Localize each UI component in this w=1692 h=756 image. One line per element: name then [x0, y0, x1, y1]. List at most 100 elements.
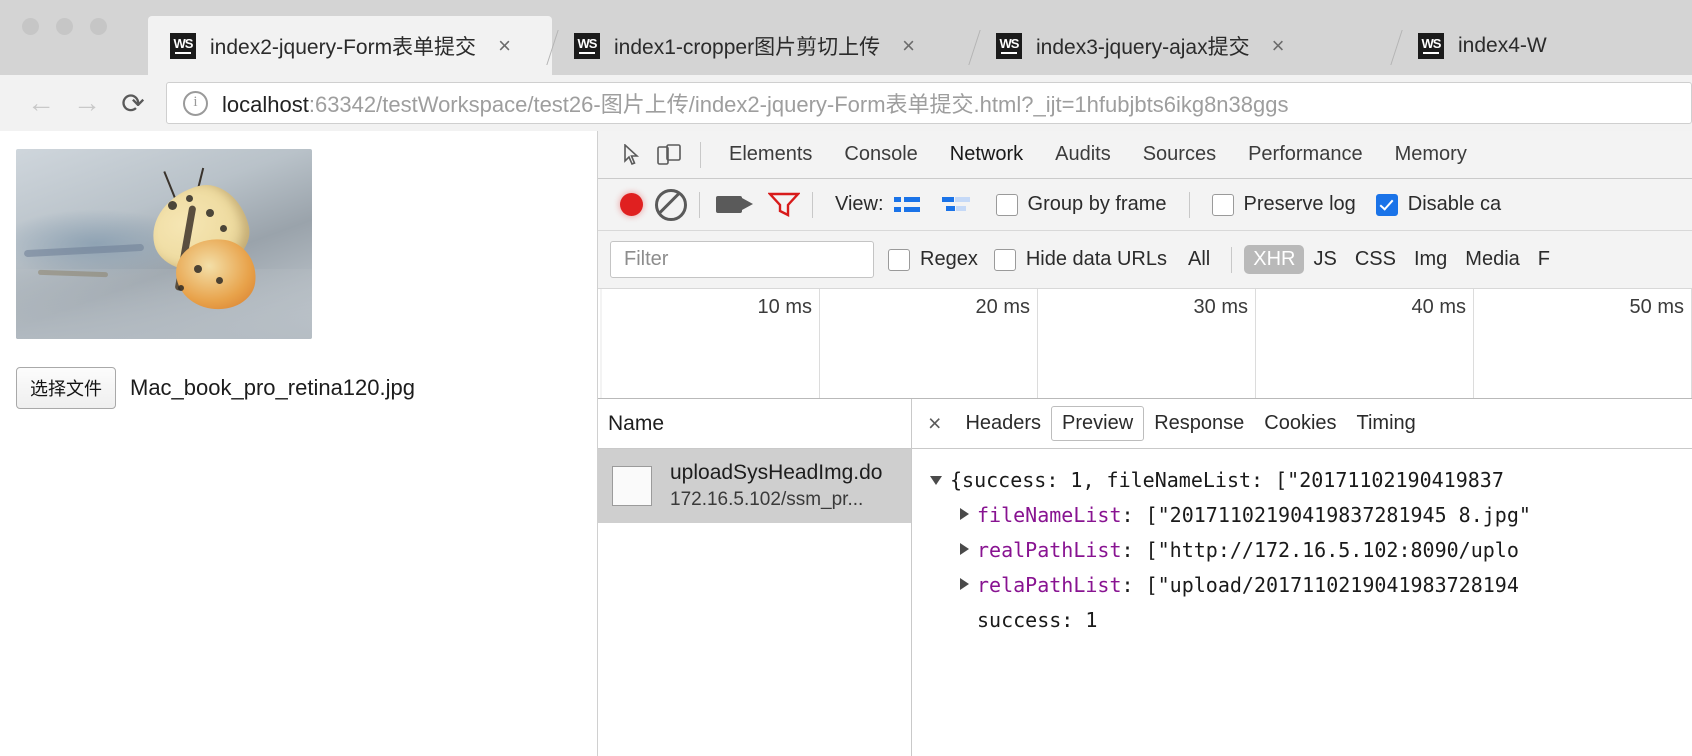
devtools-tab-memory[interactable]: Memory: [1379, 143, 1483, 166]
json-row[interactable]: fileNameList: ["20171102190419837281945 …: [930, 498, 1692, 533]
timeline-tick: 10 ms: [602, 289, 820, 398]
chevron-down-icon[interactable]: [930, 476, 942, 491]
filter-type-js[interactable]: JS: [1304, 245, 1345, 274]
filter-type-media[interactable]: Media: [1456, 245, 1528, 274]
group-by-frame-label: Group by frame: [1027, 193, 1167, 215]
detail-tab-response[interactable]: Response: [1144, 407, 1254, 440]
filter-type-xhr[interactable]: XHR: [1244, 245, 1305, 274]
tab-close-button[interactable]: ×: [498, 34, 511, 57]
reload-button[interactable]: ⟳: [110, 80, 156, 126]
checkbox-box[interactable]: [1211, 193, 1234, 216]
group-by-frame-checkbox[interactable]: Group by frame: [995, 193, 1177, 216]
json-row[interactable]: relaPathList: ["upload/20171102190419837…: [930, 568, 1692, 603]
devtools-tab-elements[interactable]: Elements: [713, 143, 828, 166]
json-preview: {success: 1, fileNameList: ["20171102190…: [912, 449, 1692, 756]
detail-tab-bar: × Headers Preview Response Cookies Timin…: [912, 399, 1692, 449]
tab-title: index3-jquery-ajax提交: [1036, 35, 1250, 59]
json-root-row[interactable]: {success: 1, fileNameList: ["20171102190…: [930, 463, 1692, 498]
tab-title: index4-W: [1458, 33, 1547, 57]
minimize-window-button[interactable]: [56, 18, 73, 35]
web-page: 选择文件 Mac_book_pro_retina120.jpg: [0, 131, 598, 756]
webstorm-favicon-icon: WS: [170, 32, 196, 59]
request-list-header[interactable]: Name: [598, 399, 911, 449]
network-filter-bar: Filter Regex Hide data URLs All XHR JS C…: [598, 231, 1692, 289]
webstorm-favicon-icon: WS: [1418, 32, 1444, 59]
tab-close-button[interactable]: ×: [902, 34, 915, 57]
zoom-window-button[interactable]: [90, 18, 107, 35]
json-value: ["upload/2017110219041983728194: [1145, 573, 1519, 597]
chevron-right-icon[interactable]: [960, 543, 969, 555]
request-row[interactable]: uploadSysHeadImg.do 172.16.5.102/ssm_pr.…: [598, 449, 911, 523]
close-detail-icon[interactable]: ×: [928, 410, 941, 437]
camera-icon[interactable]: [716, 196, 753, 213]
browser-tab-1[interactable]: WS index2-jquery-Form表单提交 ×: [148, 16, 552, 75]
inspect-element-icon[interactable]: [612, 136, 650, 174]
json-key: success: [977, 608, 1062, 632]
detail-tab-cookies[interactable]: Cookies: [1254, 407, 1346, 440]
address-bar[interactable]: i localhost:63342/testWorkspace/test26-图…: [166, 82, 1692, 124]
json-colon: :: [1121, 503, 1146, 527]
devtools-tab-network[interactable]: Network: [934, 143, 1039, 166]
record-button-icon[interactable]: [620, 193, 643, 216]
close-window-button[interactable]: [22, 18, 39, 35]
request-thumbnail: [612, 466, 652, 506]
devtools-tab-console[interactable]: Console: [828, 143, 933, 166]
timeline-tick: 20 ms: [820, 289, 1038, 398]
timeline-tick: 40 ms: [1256, 289, 1474, 398]
filter-type-img[interactable]: Img: [1405, 245, 1456, 274]
timeline-tick-label: 20 ms: [975, 296, 1030, 318]
device-toolbar-icon[interactable]: [650, 136, 688, 174]
browser-tab-2[interactable]: WS index1-cropper图片剪切上传 ×: [546, 16, 974, 75]
filter-input[interactable]: Filter: [610, 241, 874, 278]
chevron-right-icon[interactable]: [960, 578, 969, 590]
request-name: uploadSysHeadImg.do: [670, 461, 883, 484]
waterfall-view-icon[interactable]: [941, 195, 972, 215]
window-controls: [22, 18, 107, 35]
json-row: success: 1: [930, 603, 1692, 638]
chevron-right-icon[interactable]: [960, 508, 969, 520]
preserve-log-checkbox[interactable]: Preserve log: [1211, 193, 1366, 216]
regex-checkbox[interactable]: Regex: [888, 248, 988, 271]
webstorm-favicon-icon: WS: [574, 32, 600, 59]
detail-tab-preview[interactable]: Preview: [1051, 406, 1145, 441]
checkbox-box[interactable]: [995, 193, 1018, 216]
butterfly-illustration: [124, 165, 274, 325]
regex-label: Regex: [920, 248, 978, 270]
list-view-icon[interactable]: [893, 195, 920, 215]
json-row[interactable]: realPathList: ["http://172.16.5.102:8090…: [930, 533, 1692, 568]
site-info-icon[interactable]: i: [183, 90, 208, 116]
devtools-tab-audits[interactable]: Audits: [1039, 143, 1127, 166]
request-list: Name uploadSysHeadImg.do 172.16.5.102/ss…: [598, 399, 912, 756]
detail-tab-timing[interactable]: Timing: [1347, 407, 1426, 440]
hide-data-urls-checkbox[interactable]: Hide data URLs: [993, 248, 1177, 271]
json-value: ["http://172.16.5.102:8090/uplo: [1145, 538, 1519, 562]
filter-type-all[interactable]: All: [1179, 245, 1219, 274]
timeline-tick-label: 30 ms: [1193, 296, 1248, 318]
filter-type-css[interactable]: CSS: [1346, 245, 1405, 274]
detail-tab-headers[interactable]: Headers: [955, 407, 1051, 440]
devtools-tab-performance[interactable]: Performance: [1232, 143, 1379, 166]
toolbar-divider: [1231, 246, 1233, 273]
browser-window: WS index2-jquery-Form表单提交 × WS index1-cr…: [0, 0, 1692, 756]
checkbox-box[interactable]: [993, 248, 1016, 271]
json-colon: :: [1121, 538, 1146, 562]
checkbox-box[interactable]: [1375, 193, 1398, 216]
funnel-icon[interactable]: [767, 192, 801, 218]
browser-tab-3[interactable]: WS index3-jquery-ajax提交 ×: [968, 16, 1396, 75]
disable-cache-checkbox[interactable]: Disable ca: [1375, 193, 1511, 216]
devtools-tab-sources[interactable]: Sources: [1127, 143, 1232, 166]
forward-button[interactable]: →: [64, 80, 110, 126]
file-input-row: 选择文件 Mac_book_pro_retina120.jpg: [16, 367, 597, 409]
tab-list: WS index2-jquery-Form表单提交 × WS index1-cr…: [148, 0, 1576, 75]
browser-tab-4[interactable]: WS index4-W: [1390, 16, 1576, 75]
network-timeline-ruler[interactable]: 10 ms 20 ms 30 ms 40 ms 50 ms: [598, 289, 1692, 399]
timeline-tick: 50 ms: [1474, 289, 1692, 398]
filter-type-font[interactable]: F: [1529, 245, 1559, 274]
clear-icon[interactable]: [655, 188, 687, 221]
choose-file-button[interactable]: 选择文件: [16, 367, 116, 409]
back-button[interactable]: ←: [18, 80, 64, 126]
disable-cache-label: Disable ca: [1407, 193, 1502, 215]
tab-close-button[interactable]: ×: [1272, 34, 1285, 57]
toolbar-divider: [812, 191, 813, 218]
checkbox-box[interactable]: [888, 248, 910, 271]
